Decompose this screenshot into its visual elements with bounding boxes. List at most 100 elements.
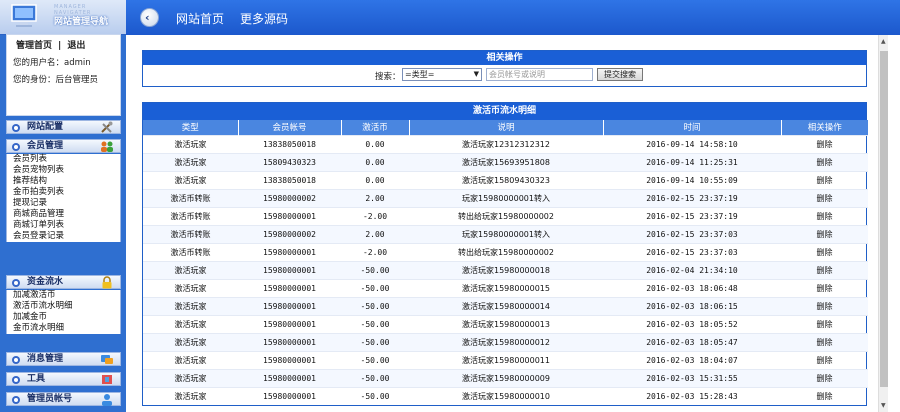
cell-time: 2016-02-04 21:34:10: [603, 260, 781, 279]
delete-link[interactable]: 删除: [781, 386, 868, 405]
cell-time: 2016-09-14 11:25:31: [603, 152, 781, 171]
bullet-icon: [12, 124, 20, 132]
type-select[interactable]: =类型= ▼: [402, 68, 482, 81]
cell-account: 15980000001: [238, 206, 341, 225]
nav-item-activation-ledger[interactable]: 激活币流水明细: [7, 301, 120, 312]
nav-item-adjust-activation[interactable]: 加减激活币: [7, 290, 120, 301]
table-row: 激活玩家 15980000001 -50.00 激活玩家15980000015 2016…: [143, 278, 868, 297]
nav-group-site-config[interactable]: 网站配置: [6, 120, 121, 134]
scrollbar-thumb[interactable]: [880, 51, 888, 387]
nav-item-adjust-gold[interactable]: 加减金币: [7, 312, 120, 323]
nav-group-tools[interactable]: 工具: [6, 372, 121, 386]
delete-link[interactable]: 删除: [781, 332, 868, 351]
cell-description: 激活玩家15809430323: [409, 170, 603, 189]
delete-link[interactable]: 删除: [781, 134, 868, 153]
column-header-amount: 激活币: [341, 120, 410, 135]
delete-link[interactable]: 删除: [781, 278, 868, 297]
bullet-icon: [12, 356, 20, 364]
type-select-value: =类型=: [405, 70, 435, 79]
cell-account: 15980000001: [238, 350, 341, 369]
cell-description: 激活玩家15980000010: [409, 386, 603, 405]
search-submit-button[interactable]: 提交搜索: [597, 68, 643, 81]
delete-link[interactable]: 删除: [781, 350, 868, 369]
delete-link[interactable]: 删除: [781, 242, 868, 261]
cell-type: 激活玩家: [143, 350, 238, 369]
nav-group-label: 管理员帐号: [27, 394, 73, 404]
vertical-scrollbar[interactable]: ▲ ▼: [878, 35, 888, 412]
delete-link[interactable]: 删除: [781, 170, 868, 189]
nav-group-funds[interactable]: 资金流水: [6, 275, 121, 289]
search-label: 搜索：: [375, 72, 401, 82]
ledger-panel: 激活币流水明细 类型 会员帐号 激活币 说明 时间 相关操作 激活玩家 13838…: [142, 102, 868, 406]
cell-type: 激活玩家: [143, 260, 238, 279]
cell-type: 激活币转账: [143, 242, 238, 261]
delete-link[interactable]: 删除: [781, 152, 868, 171]
column-header-account: 会员帐号: [238, 120, 342, 135]
cell-type: 激活玩家: [143, 386, 238, 405]
delete-link[interactable]: 删除: [781, 260, 868, 279]
top-bar: ‹ 网站首页 更多源码: [126, 0, 900, 35]
nav-item-referral-structure[interactable]: 推荐结构: [7, 176, 120, 187]
delete-link[interactable]: 删除: [781, 296, 868, 315]
admin-icon: [102, 394, 112, 406]
tools-icon: [101, 121, 113, 133]
nav-item-shop-orders[interactable]: 商城订单列表: [7, 220, 120, 231]
nav-item-pet-list[interactable]: 会员宠物列表: [7, 165, 120, 176]
cell-account: 15980000002: [238, 188, 341, 207]
cell-type: 激活玩家: [143, 368, 238, 387]
cell-amount: -50.00: [341, 350, 409, 369]
nav-group-admin-account[interactable]: 管理员帐号: [6, 392, 121, 406]
nav-item-gold-ledger[interactable]: 金币流水明细: [7, 323, 120, 334]
cell-time: 2016-02-03 18:06:15: [603, 296, 781, 315]
back-arrow-icon: ‹: [145, 11, 150, 24]
bullet-icon: [12, 376, 20, 384]
cell-type: 激活玩家: [143, 134, 238, 153]
column-header-description: 说明: [409, 120, 604, 135]
lock-icon: [102, 276, 112, 289]
message-icon: [101, 355, 113, 364]
nav-item-member-list[interactable]: 会员列表: [7, 154, 120, 165]
search-input[interactable]: 会员帐号或说明: [486, 68, 593, 81]
scroll-down-icon[interactable]: ▼: [881, 402, 886, 409]
logout-link[interactable]: 退出: [67, 41, 85, 51]
bullet-icon: [12, 396, 20, 404]
nav-item-shop-products[interactable]: 商城商品管理: [7, 209, 120, 220]
table-row: 激活玩家 15980000001 -50.00 激活玩家15980000018 2016…: [143, 260, 868, 279]
table-row: 激活币转账 15980000002 2.00 玩家15980000001转入 2016-…: [143, 224, 868, 243]
column-header-time: 时间: [603, 120, 782, 135]
nav-group-messages[interactable]: 消息管理: [6, 352, 121, 366]
back-button[interactable]: ‹: [140, 8, 159, 27]
cell-account: 13838050018: [238, 170, 341, 189]
ledger-rows: 激活玩家 13838050018 0.00 激活玩家12312312312 2016-0…: [143, 134, 868, 405]
delete-link[interactable]: 删除: [781, 206, 868, 225]
table-row: 激活玩家 15980000001 -50.00 激活玩家15980000014 2016…: [143, 296, 868, 315]
cell-account: 15980000001: [238, 332, 341, 351]
nav-group-label: 会员管理: [27, 141, 64, 151]
table-row: 激活币转账 15980000001 -2.00 转出给玩家15980000002 201…: [143, 206, 868, 225]
table-header-row: 类型 会员帐号 激活币 说明 时间 相关操作: [143, 120, 868, 135]
more-source-link[interactable]: 更多源码: [240, 10, 288, 27]
table-row: 激活玩家 15980000001 -50.00 激活玩家15980000009 2016…: [143, 368, 868, 387]
cell-description: 激活玩家15980000014: [409, 296, 603, 315]
table-row: 激活玩家 15809430323 0.00 激活玩家15693951808 2016-0…: [143, 152, 868, 171]
nav-item-login-records[interactable]: 会员登录记录: [7, 231, 120, 242]
delete-link[interactable]: 删除: [781, 188, 868, 207]
tool-icon: [102, 375, 112, 384]
admin-home-link[interactable]: 管理首页: [16, 41, 52, 51]
cell-time: 2016-02-15 23:37:03: [603, 242, 781, 261]
scroll-up-icon[interactable]: ▲: [881, 38, 886, 45]
delete-link[interactable]: 删除: [781, 368, 868, 387]
delete-link[interactable]: 删除: [781, 224, 868, 243]
nav-group-members[interactable]: 会员管理: [6, 139, 121, 153]
nav-group-label: 资金流水: [27, 277, 64, 287]
logo: MANAGER NAVIGATER 网站管理导航: [0, 0, 126, 35]
cell-type: 激活币转账: [143, 206, 238, 225]
nav-item-gold-auction[interactable]: 金币拍卖列表: [7, 187, 120, 198]
cell-amount: -2.00: [341, 242, 409, 261]
cell-account: 15980000001: [238, 260, 341, 279]
delete-link[interactable]: 删除: [781, 314, 868, 333]
cell-amount: -50.00: [341, 278, 409, 297]
site-home-link[interactable]: 网站首页: [176, 10, 224, 27]
nav-item-withdraw-records[interactable]: 提现记录: [7, 198, 120, 209]
cell-description: 玩家15980000001转入: [409, 188, 603, 207]
